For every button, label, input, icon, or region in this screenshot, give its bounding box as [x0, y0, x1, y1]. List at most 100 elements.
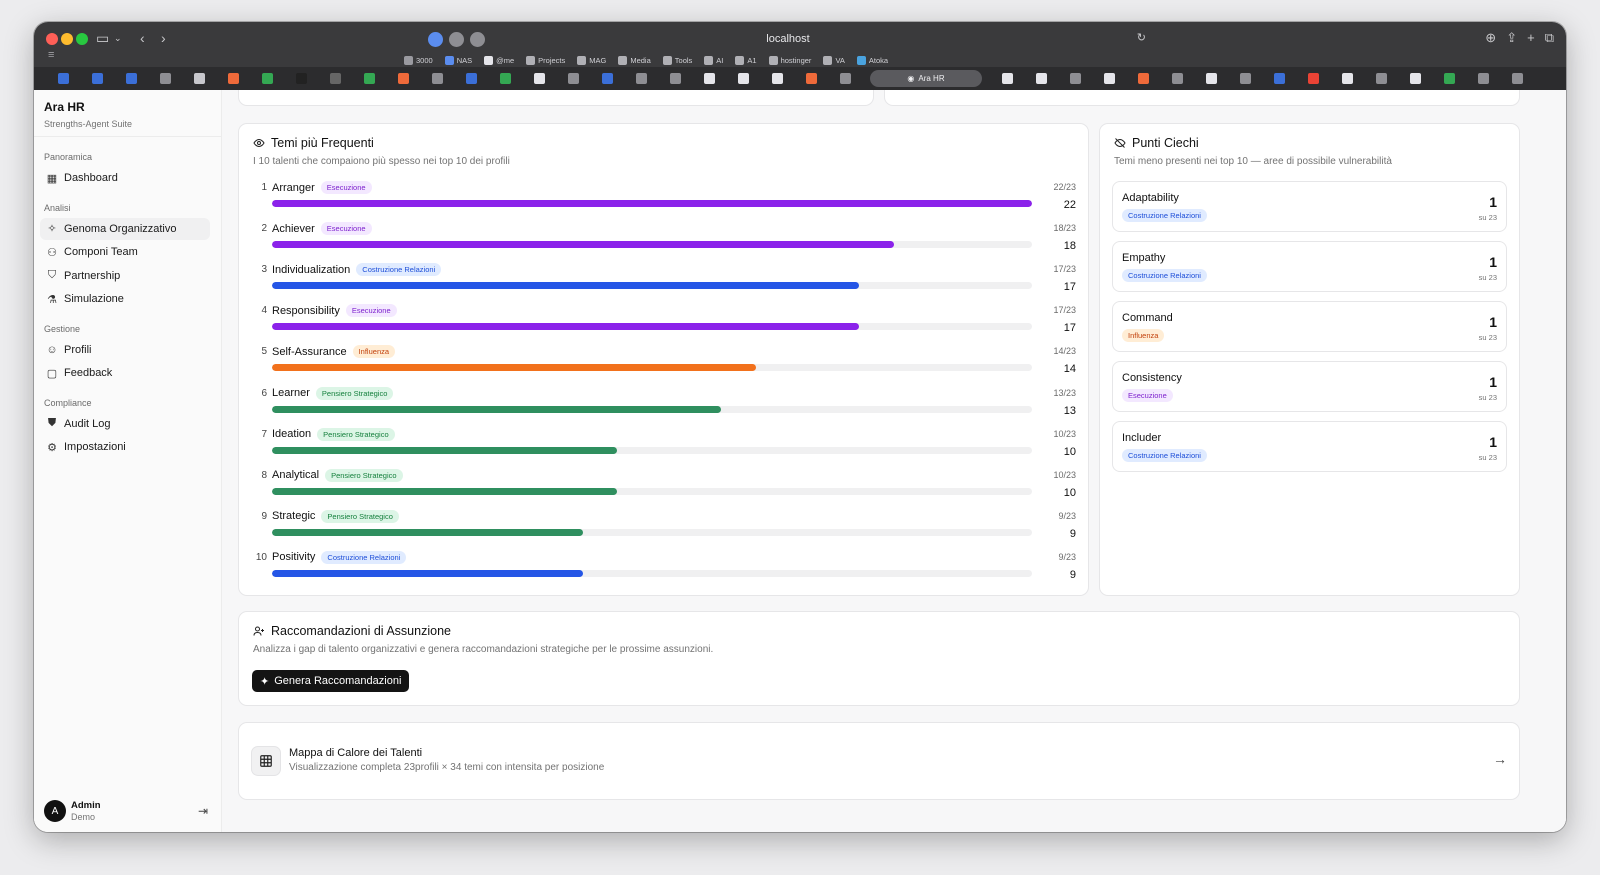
- browser-tab[interactable]: [1500, 70, 1534, 88]
- browser-tab[interactable]: [1228, 70, 1262, 88]
- sidebar-item-profili[interactable]: ☺ Profili: [40, 339, 210, 361]
- browser-tab[interactable]: [794, 70, 828, 88]
- browser-tab[interactable]: [352, 70, 386, 88]
- list-item: 8 Analytical Pensiero Strategico 10/23 10: [255, 468, 1076, 506]
- sidebar-toggle-icon[interactable]: ▭: [96, 28, 109, 48]
- browser-tab[interactable]: [990, 70, 1024, 88]
- browser-tab[interactable]: [522, 70, 556, 88]
- bookmark-item[interactable]: NAS: [444, 55, 472, 65]
- browser-tab[interactable]: [1296, 70, 1330, 88]
- browser-tab[interactable]: [624, 70, 658, 88]
- browser-tab[interactable]: [1330, 70, 1364, 88]
- bookmark-item[interactable]: @me: [484, 55, 514, 65]
- bookmark-label: A1: [747, 55, 757, 65]
- browser-tab[interactable]: [1160, 70, 1194, 88]
- browser-tab[interactable]: [828, 70, 862, 88]
- logout-icon[interactable]: ⇥: [198, 804, 208, 818]
- browser-tab[interactable]: [590, 70, 624, 88]
- sidebar-item-partnership[interactable]: ⛉ Partnership: [40, 265, 210, 287]
- browser-tab[interactable]: [1058, 70, 1092, 88]
- browser-tab[interactable]: [114, 70, 148, 88]
- browser-tab[interactable]: [1024, 70, 1058, 88]
- download-icon[interactable]: ⊕: [1485, 30, 1496, 46]
- browser-tab[interactable]: [1092, 70, 1126, 88]
- forward-icon[interactable]: ›: [161, 28, 166, 48]
- frequent-title: Temi più Frequenti: [253, 136, 374, 150]
- tab-overview-icon[interactable]: ≡: [48, 49, 54, 61]
- browser-tab[interactable]: [148, 70, 182, 88]
- browser-tab[interactable]: [182, 70, 216, 88]
- arrow-right-icon[interactable]: →: [1493, 751, 1507, 767]
- browser-tab[interactable]: [692, 70, 726, 88]
- shield-icon: ⛊: [47, 417, 57, 429]
- bookmark-item[interactable]: VA: [823, 55, 845, 65]
- back-icon[interactable]: ‹: [140, 28, 145, 48]
- address-text[interactable]: localhost: [428, 33, 1148, 45]
- browser-tab[interactable]: [1466, 70, 1500, 88]
- chevron-down-icon[interactable]: ⌄: [114, 28, 122, 48]
- browser-tab[interactable]: [80, 70, 114, 88]
- tab-favicon-icon: [363, 73, 375, 84]
- sidebar-item-dashboard[interactable]: ▦ Dashboard: [40, 167, 210, 189]
- sidebar-item-feedback[interactable]: ▢ Feedback: [40, 362, 210, 384]
- theme-name: Learner: [272, 387, 310, 399]
- browser-tab[interactable]: [454, 70, 488, 88]
- zoom-window-button[interactable]: [76, 33, 88, 45]
- bookmark-item[interactable]: Projects: [526, 55, 565, 65]
- bookmark-item[interactable]: A1: [735, 55, 757, 65]
- bookmark-item[interactable]: 3000: [404, 55, 433, 65]
- browser-tab[interactable]: [318, 70, 352, 88]
- browser-tab[interactable]: [1364, 70, 1398, 88]
- browser-tab[interactable]: [488, 70, 522, 88]
- domain-badge: Costruzione Relazioni: [1122, 209, 1207, 222]
- reload-icon[interactable]: ↻: [1137, 28, 1146, 48]
- bookmark-item[interactable]: Tools: [662, 55, 692, 65]
- bookmark-item[interactable]: AI: [704, 55, 724, 65]
- browser-tab[interactable]: [726, 70, 760, 88]
- close-window-button[interactable]: [46, 33, 58, 45]
- bookmark-item[interactable]: hostinger: [768, 55, 811, 65]
- sidebar-item-audit-log[interactable]: ⛊ Audit Log: [40, 413, 210, 435]
- sidebar-item-componi-team[interactable]: ⚇ Componi Team: [40, 241, 210, 263]
- bookmark-item[interactable]: MAG: [577, 55, 606, 65]
- browser-tab[interactable]: [1194, 70, 1228, 88]
- browser-tab[interactable]: [386, 70, 420, 88]
- browser-tab[interactable]: [556, 70, 590, 88]
- minimize-window-button[interactable]: [61, 33, 73, 45]
- bookmark-item[interactable]: Atoka: [856, 55, 888, 65]
- count: 10: [1063, 486, 1076, 499]
- browser-tab[interactable]: [1262, 70, 1296, 88]
- browser-tab[interactable]: [760, 70, 794, 88]
- browser-tab[interactable]: [1398, 70, 1432, 88]
- sidebar-item-impostazioni[interactable]: ⚙ Impostazioni: [40, 436, 210, 458]
- bookmark-icon: [735, 55, 745, 65]
- frequent-subtitle: I 10 talenti che compaiono più spesso ne…: [253, 156, 510, 167]
- sidebar-item-simulazione[interactable]: ⚗ Simulazione: [40, 288, 210, 310]
- heatmap-card[interactable]: Mappa di Calore dei Talenti Visualizzazi…: [238, 722, 1520, 800]
- browser-tab[interactable]: [216, 70, 250, 88]
- bookmark-icon: [704, 55, 714, 65]
- browser-tab[interactable]: [284, 70, 318, 88]
- browser-tab[interactable]: [46, 70, 80, 88]
- nav-group-label: Compliance: [44, 397, 92, 408]
- avatar[interactable]: A: [44, 800, 66, 822]
- sidebar-item-genoma-organizzativo[interactable]: ✧ Genoma Organizzativo: [40, 217, 210, 240]
- main-content: Temi più Frequenti I 10 talenti che comp…: [222, 90, 1566, 832]
- domain-badge: Pensiero Strategico: [317, 427, 395, 441]
- address-bar[interactable]: localhost ↻: [428, 28, 1148, 52]
- browser-tab[interactable]: [250, 70, 284, 88]
- browser-tab[interactable]: [658, 70, 692, 88]
- theme-name: Arranger: [272, 181, 315, 194]
- share-icon[interactable]: ⇪: [1506, 30, 1517, 46]
- browser-tab-active[interactable]: ◉ Ara HR: [870, 70, 982, 87]
- browser-tab[interactable]: [420, 70, 454, 88]
- bookmark-label: AI: [716, 55, 724, 65]
- tab-favicon-icon: [1069, 73, 1081, 84]
- new-tab-icon[interactable]: +: [1527, 30, 1535, 46]
- generate-recommendations-button[interactable]: ✦ Genera Raccomandazioni: [252, 670, 410, 692]
- browser-tab[interactable]: [1432, 70, 1466, 88]
- tabs-icon[interactable]: ⧉: [1545, 30, 1554, 46]
- user-profile[interactable]: A Admin Demo ⇥: [44, 798, 212, 824]
- bookmark-item[interactable]: Media: [618, 55, 651, 65]
- browser-tab[interactable]: [1126, 70, 1160, 88]
